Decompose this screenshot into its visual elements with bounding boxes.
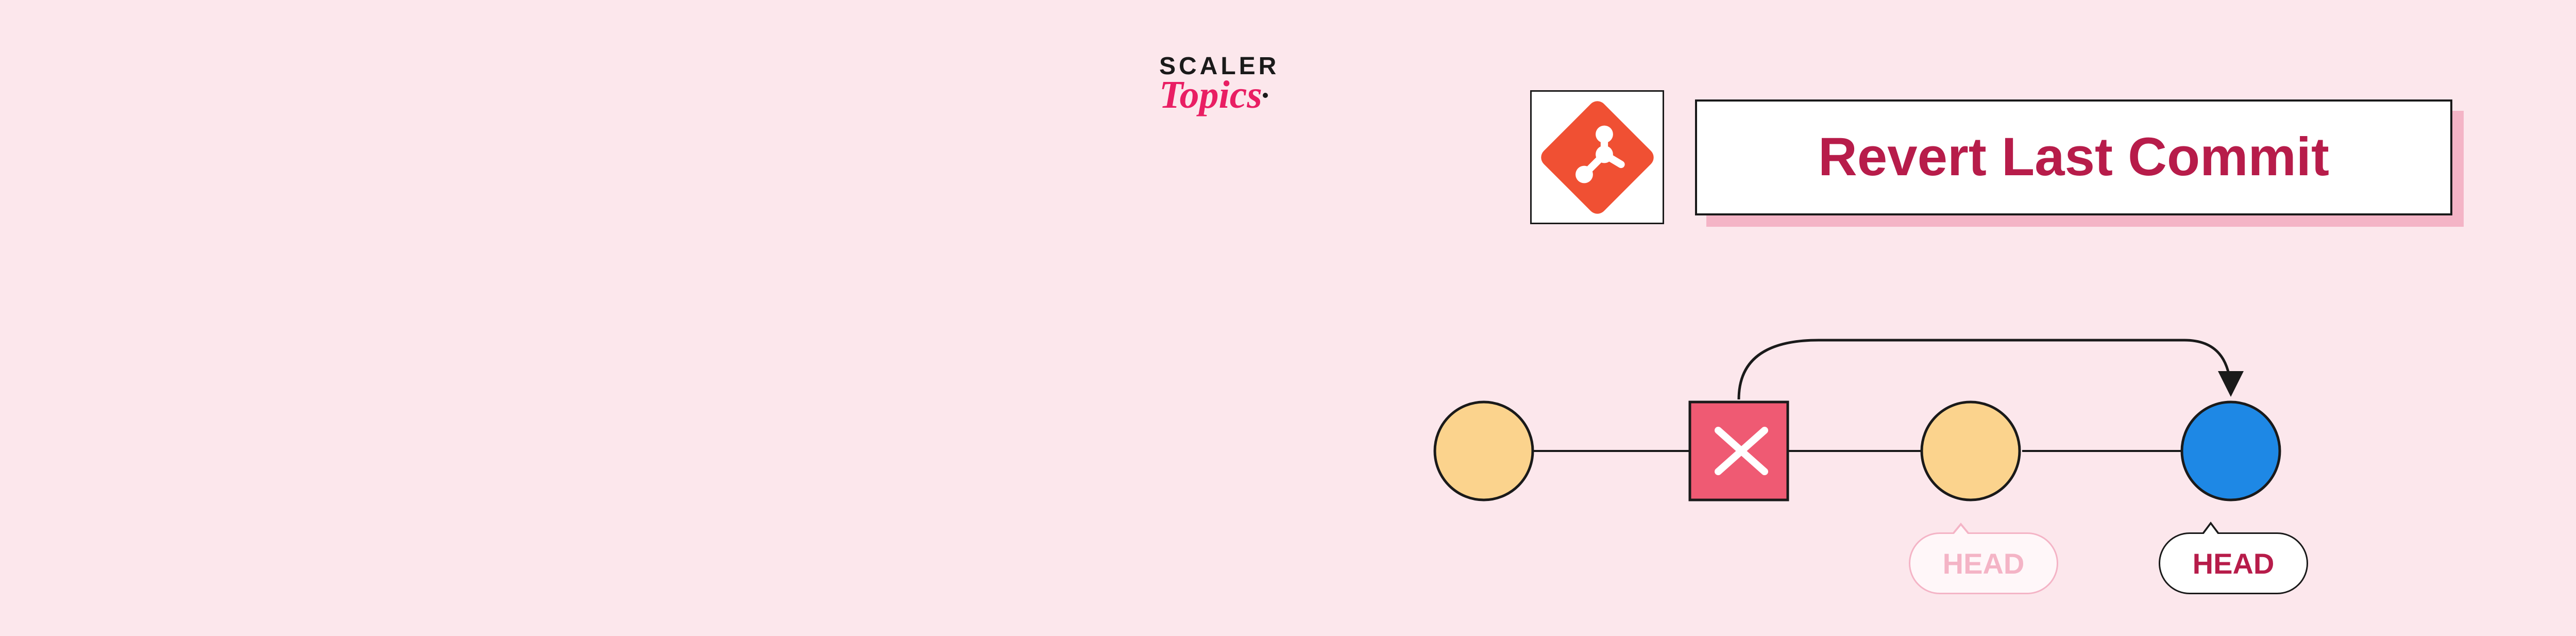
head-commit-node [2182, 402, 2280, 500]
commit-diagram: HEAD HEAD [1427, 335, 2303, 606]
git-icon [1537, 97, 1657, 217]
head-label-new: HEAD [2159, 532, 2308, 594]
commit-node [1922, 402, 2020, 500]
title-box: Revert Last Commit [1695, 99, 2452, 215]
revert-arrow [1739, 340, 2231, 399]
commit-node [1435, 402, 1533, 500]
head-label-old: HEAD [1909, 532, 2058, 594]
git-icon-box [1530, 90, 1664, 224]
logo-line2: Topics [1159, 81, 1279, 109]
page-title: Revert Last Commit [1818, 126, 2329, 188]
title-area: Revert Last Commit [1530, 90, 2452, 224]
brand-logo: SCALER Topics [1159, 54, 1279, 109]
